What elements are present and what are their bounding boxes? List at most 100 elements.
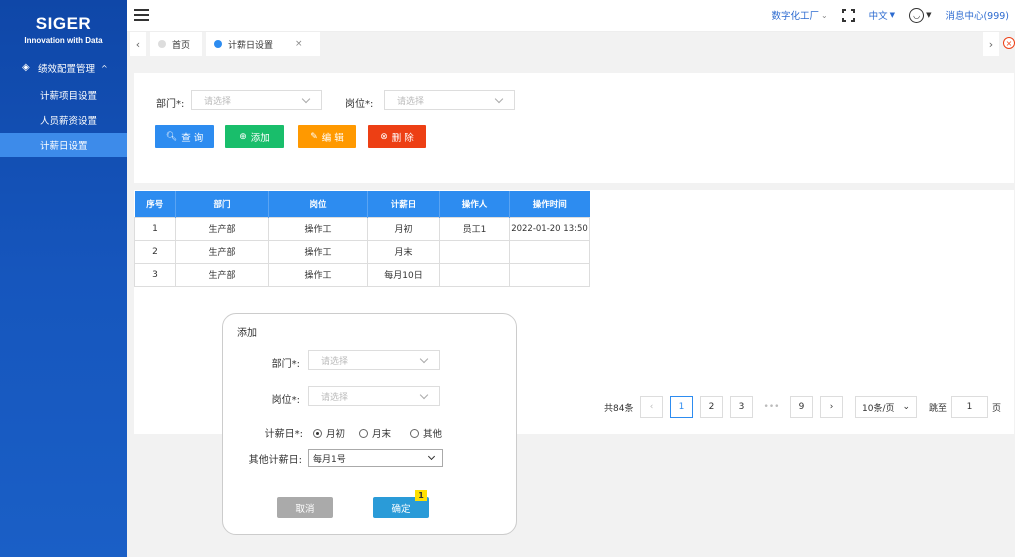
page-button[interactable]: 3 [730, 396, 753, 418]
add-button-label: 添加 [250, 132, 270, 144]
sidebar-item-payday[interactable]: 计薪日设置 [0, 133, 127, 157]
tab-bar: ‹ 首页 计薪日设置 × › × [127, 32, 1015, 56]
col-header-operator: 操作人 [439, 191, 510, 217]
page-size-label: 10条/页 [862, 403, 895, 414]
chevron-down-icon [301, 94, 311, 104]
pencil-icon: ✎ [310, 131, 318, 142]
dialog-other-label: 其他计薪日: [248, 455, 302, 466]
table-row[interactable]: 3 生产部 操作工 每月10日 [134, 262, 590, 287]
brand-name: SIGER [35, 14, 92, 33]
tab-label: 计薪日设置 [228, 40, 274, 51]
dialog-dept-select[interactable]: 请选择 [308, 350, 440, 370]
sidebar-item-label: 计薪日设置 [40, 141, 88, 152]
page-suffix: 页 [992, 404, 1002, 414]
sidebar-item-label: 计薪项目设置 [40, 91, 98, 102]
dialog-title: 添加 [237, 328, 257, 339]
cell-index: 3 [134, 262, 176, 287]
step-badge: 1 [415, 490, 427, 501]
add-button[interactable]: ⊕ 添加 [225, 125, 284, 148]
add-dialog [222, 313, 517, 535]
brand-logo: SIGER Innovation with Data [0, 14, 127, 45]
cell-dept: 生产部 [175, 216, 269, 241]
cell-operator [439, 262, 510, 287]
cell-operator: 员工1 [439, 216, 510, 241]
chevron-down-icon [427, 452, 436, 461]
table-row[interactable]: 2 生产部 操作工 月末 [134, 239, 590, 264]
sidebar-item-label: 人员薪资设置 [40, 116, 98, 127]
tab-dot-icon [158, 40, 166, 48]
top-bar: 数字化工厂 ⌄ 中文 ▼ ◡ ▼ 消息中心(999) [127, 0, 1015, 32]
col-header-dept: 部门 [175, 191, 269, 217]
tab-scroll-right-icon[interactable]: › [983, 32, 999, 56]
tab-label: 首页 [172, 40, 191, 51]
tab-payday[interactable]: 计薪日设置 × [206, 32, 320, 56]
other-payday-select[interactable]: 每月1号 [308, 449, 443, 467]
factory-dropdown[interactable]: 数字化工厂 ⌄ [771, 8, 827, 23]
cancel-button-label: 取消 [295, 503, 315, 515]
jump-page-input[interactable]: 1 [951, 396, 988, 418]
cell-operator [439, 239, 510, 264]
payday-table: 序号 部门 岗位 计薪日 操作人 操作时间 1 生产部 操作工 月初 员工1 2… [134, 191, 590, 287]
chevron-up-icon: ^ [101, 63, 108, 73]
post-filter-placeholder: 请选择 [397, 96, 425, 107]
delete-button[interactable]: ⊗ 删 除 [368, 125, 426, 148]
fullscreen-icon[interactable] [841, 8, 855, 22]
menu-icon[interactable] [134, 9, 149, 21]
plus-circle-icon: ⊕ [239, 131, 247, 142]
brand-tagline: Innovation with Data [24, 36, 103, 45]
cell-dept: 生产部 [175, 262, 269, 287]
payday-radio-other[interactable]: 其他 [410, 426, 442, 440]
page-size-select[interactable]: 10条/页 ⌄ [855, 396, 917, 418]
post-filter-select[interactable]: 请选择 [384, 90, 515, 110]
menu-group-performance[interactable]: ◈ 绩效配置管理 ^ [0, 58, 127, 78]
sidebar-item-salary[interactable]: 人员薪资设置 [0, 108, 127, 132]
page-ellipsis[interactable]: ••• [760, 396, 783, 418]
cell-index: 2 [134, 239, 176, 264]
table-row[interactable]: 1 生产部 操作工 月初 员工1 2022-01-20 13:50 [134, 216, 590, 241]
pagination-total: 共84条 [604, 404, 634, 414]
radio-label: 月初 [326, 429, 346, 440]
search-button-label: 查 询 [181, 132, 204, 144]
chevron-down-icon [419, 354, 429, 364]
next-page-icon[interactable]: › [820, 396, 843, 418]
edit-button[interactable]: ✎ 编 辑 [298, 125, 356, 148]
col-header-index: 序号 [134, 191, 176, 217]
sidebar-item-pay-items[interactable]: 计薪项目设置 [0, 83, 127, 107]
dept-filter-label: 部门*: [156, 99, 185, 110]
cell-dept: 生产部 [175, 239, 269, 264]
dialog-dept-label: 部门*: [271, 359, 300, 370]
user-avatar-icon: ◡ [909, 7, 925, 23]
page-button[interactable]: 1 [670, 396, 693, 418]
dialog-post-label: 岗位*: [271, 395, 300, 406]
col-header-post: 岗位 [268, 191, 368, 217]
page-button[interactable]: 2 [700, 396, 723, 418]
tab-scroll-left-icon[interactable]: ‹ [130, 32, 146, 56]
prev-page-icon[interactable]: ‹ [640, 396, 663, 418]
close-all-tabs-icon[interactable]: × [1003, 37, 1015, 49]
dept-filter-placeholder: 请选择 [204, 96, 232, 107]
cell-post: 操作工 [268, 262, 368, 287]
sidebar: SIGER Innovation with Data ◈ 绩效配置管理 ^ 计薪… [0, 0, 127, 557]
message-center-link[interactable]: 消息中心(999) [945, 8, 1009, 22]
payday-radio-end[interactable]: 月末 [359, 426, 391, 440]
tab-home[interactable]: 首页 [150, 32, 202, 56]
close-icon[interactable]: × [295, 39, 303, 49]
dialog-dept-placeholder: 请选择 [321, 356, 349, 367]
confirm-button-label: 确定 [391, 503, 411, 515]
cancel-button[interactable]: 取消 [277, 497, 333, 518]
payday-radio-start[interactable]: 月初 [313, 426, 345, 440]
radio-checked-icon [313, 428, 322, 438]
delete-button-label: 删 除 [391, 132, 414, 144]
dept-filter-select[interactable]: 请选择 [191, 90, 322, 110]
dialog-payday-label: 计薪日*: [264, 429, 303, 440]
user-menu[interactable]: ◡ ▼ [909, 7, 931, 23]
language-dropdown[interactable]: 中文 ▼ [869, 8, 895, 22]
other-payday-value: 每月1号 [313, 454, 346, 465]
search-button[interactable]: 🔍︎ 查 询 [155, 125, 214, 148]
menu-group-label: 绩效配置管理 [38, 64, 96, 75]
jump-label: 跳至 [929, 404, 948, 414]
page-button[interactable]: 9 [790, 396, 813, 418]
close-circle-icon: ⊗ [380, 131, 388, 142]
edit-button-label: 编 辑 [321, 132, 344, 144]
dialog-post-select[interactable]: 请选择 [308, 386, 440, 406]
